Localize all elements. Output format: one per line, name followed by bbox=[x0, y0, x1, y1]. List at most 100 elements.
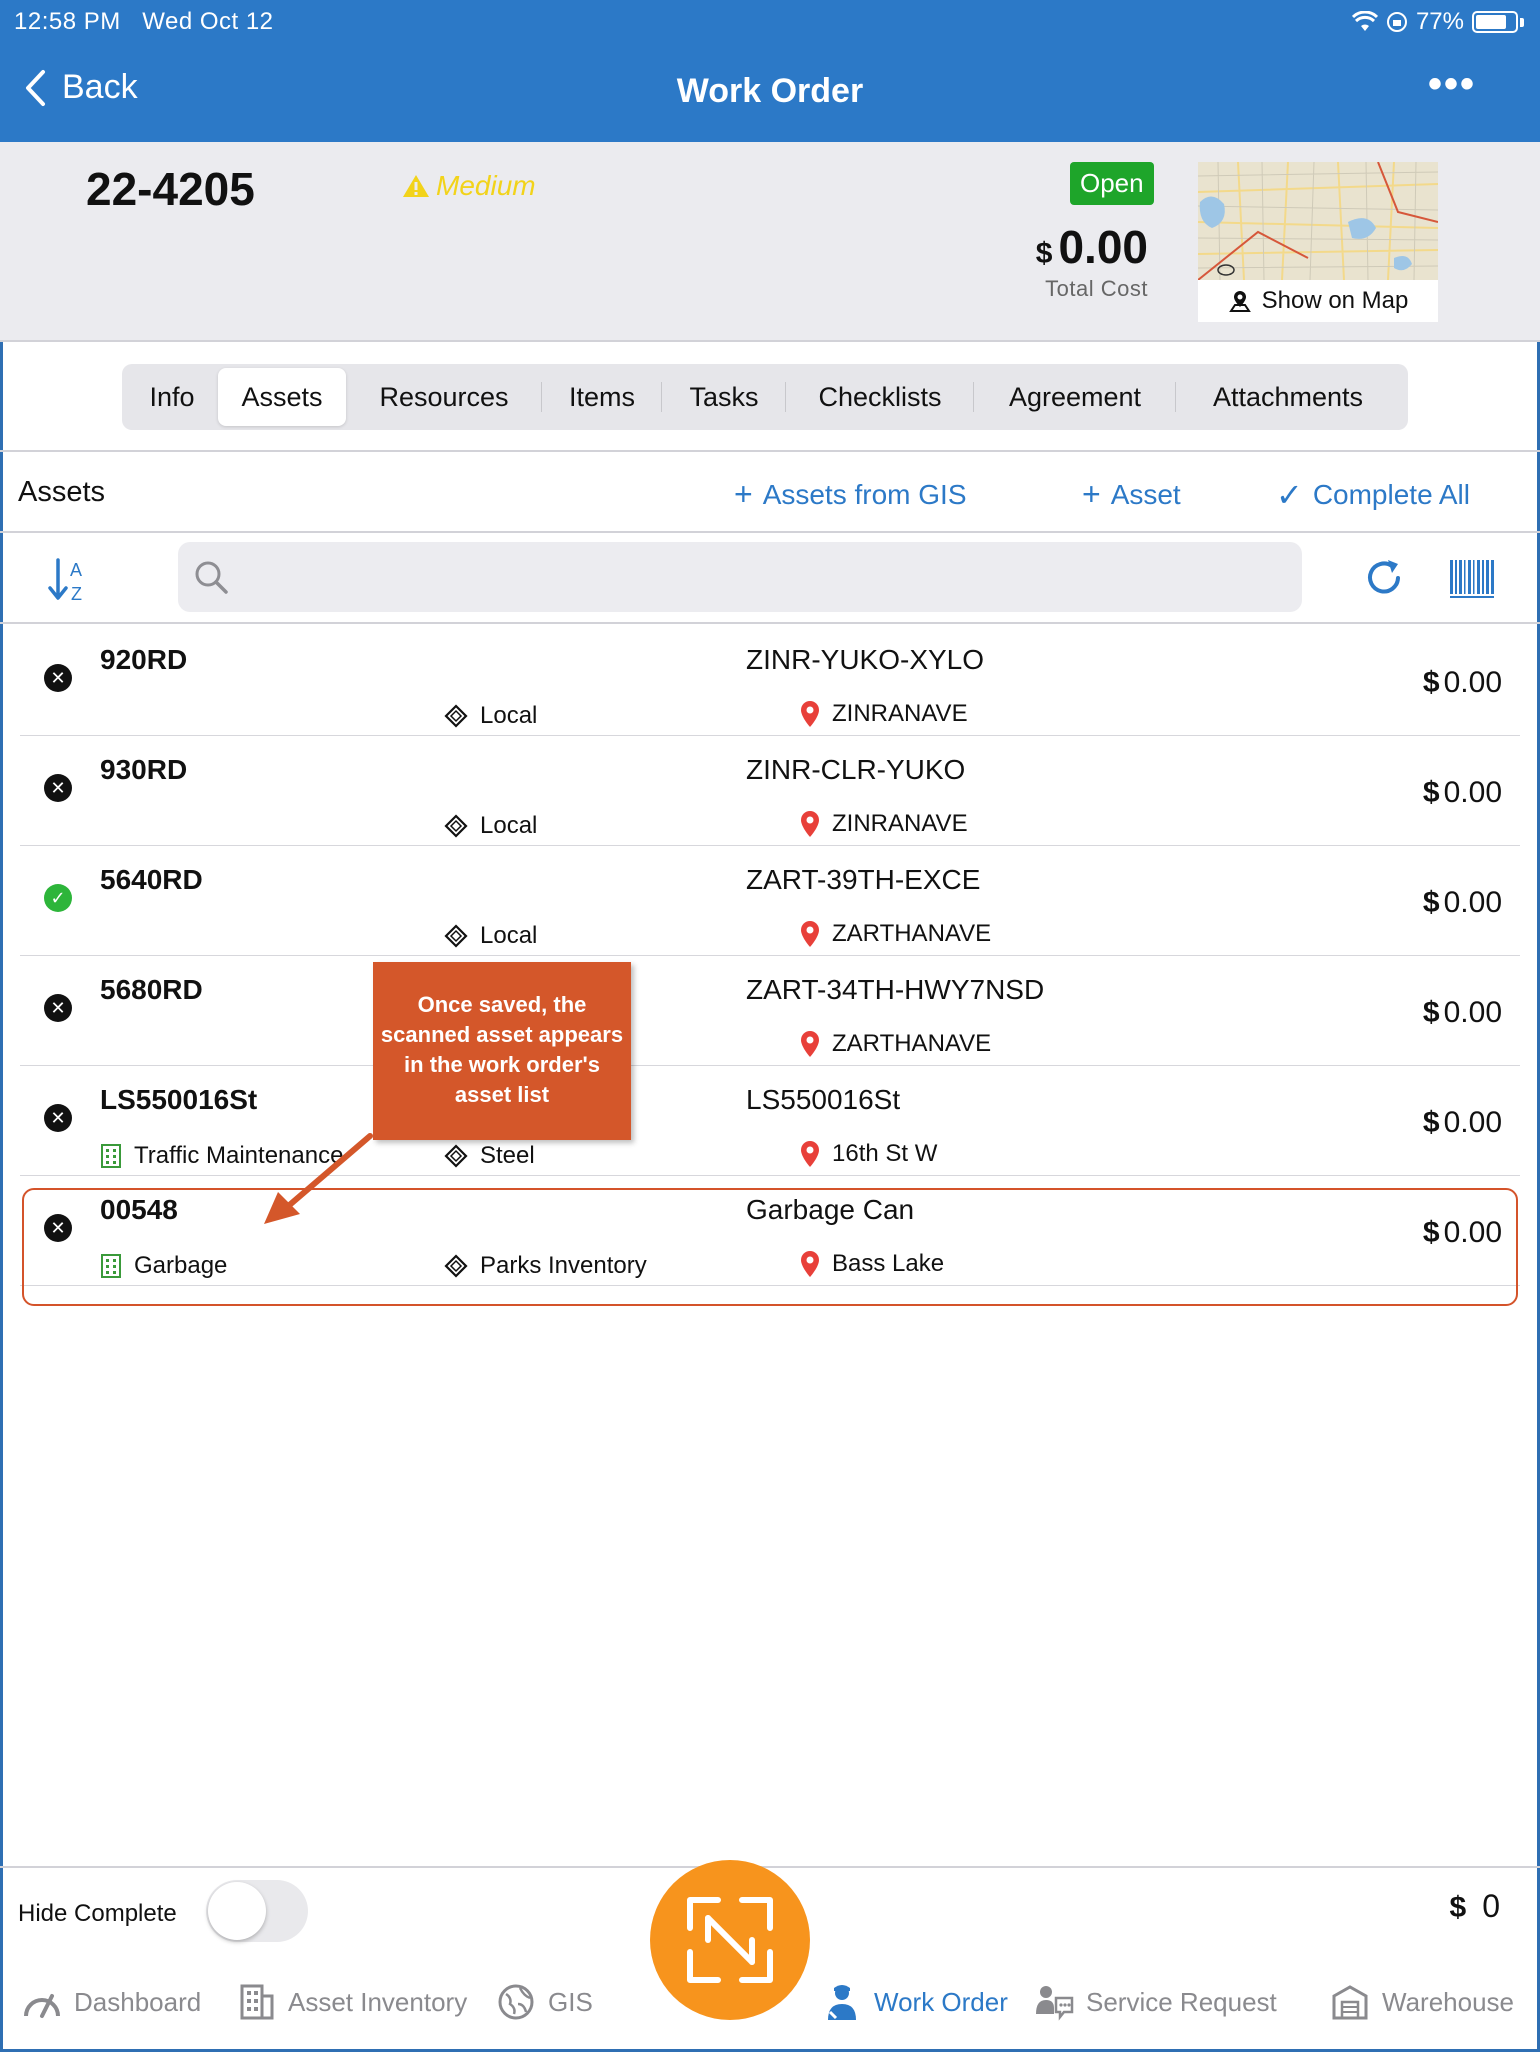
show-on-map-label: Show on Map bbox=[1261, 287, 1409, 314]
location-pin-icon bbox=[801, 1031, 819, 1057]
assets-from-gis-label: Assets from GIS bbox=[762, 478, 967, 510]
asset-id: 5640RD bbox=[100, 864, 203, 895]
asset-description: ZINR-CLR-YUKO bbox=[746, 754, 966, 785]
location-pin-icon bbox=[801, 921, 819, 947]
tabbar-label: Asset Inventory bbox=[288, 1986, 468, 2017]
tabbar-gis[interactable]: GIS bbox=[496, 1982, 593, 2022]
asset-cost: $0.00 bbox=[1422, 666, 1502, 699]
tab-checklists[interactable]: Checklists bbox=[786, 368, 974, 426]
date: Wed Oct 12 bbox=[142, 8, 274, 35]
map-thumbnail[interactable]: Show on Map bbox=[1198, 162, 1438, 322]
tabbar-service-request[interactable]: Service Request bbox=[1034, 1982, 1277, 2022]
refresh-icon[interactable] bbox=[1362, 556, 1406, 600]
location-pin-icon bbox=[801, 701, 819, 727]
total-cost: $0.00 Total Cost bbox=[980, 220, 1148, 302]
search-bar[interactable] bbox=[178, 542, 1302, 612]
asset-row[interactable]: ✕ LS550016St LS550016St $0.00 Traffic Ma… bbox=[20, 1066, 1520, 1176]
chat-person-icon bbox=[1036, 1986, 1074, 2021]
more-options-button[interactable]: ••• bbox=[1428, 62, 1476, 107]
tabbar-label: GIS bbox=[548, 1986, 593, 2017]
asset-location: 16th St W bbox=[800, 1140, 937, 1168]
asset-row[interactable]: ✕ 920RD ZINR-YUKO-XYLO $0.00 Local ZINRA… bbox=[20, 626, 1520, 736]
asset-id: 920RD bbox=[100, 644, 188, 675]
asset-id: LS550016St bbox=[100, 1084, 258, 1115]
warehouse-icon bbox=[1332, 1985, 1368, 2020]
complete-all-label: Complete All bbox=[1312, 479, 1470, 510]
incomplete-icon[interactable]: ✕ bbox=[44, 994, 72, 1022]
tabbar-asset-inventory[interactable]: Asset Inventory bbox=[236, 1982, 467, 2022]
sort-az-icon[interactable]: A Z bbox=[46, 556, 90, 604]
tabbar-label: Service Request bbox=[1086, 1986, 1277, 2017]
wifi-icon bbox=[1351, 11, 1378, 31]
tag-icon bbox=[444, 924, 468, 948]
tabbar-warehouse[interactable]: Warehouse bbox=[1330, 1982, 1514, 2022]
top-bar: 12:58 PM Wed Oct 12 77% Back Work Order … bbox=[0, 0, 1540, 142]
asset-location: ZARTHANAVE bbox=[800, 920, 991, 948]
status-badge: Open bbox=[1070, 162, 1154, 205]
globe-icon bbox=[498, 1984, 534, 2020]
tab-info[interactable]: Info bbox=[126, 368, 218, 426]
svg-text:A: A bbox=[70, 560, 82, 580]
scan-fab-button[interactable] bbox=[650, 1860, 810, 2020]
incomplete-icon[interactable]: ✕ bbox=[44, 1104, 72, 1132]
add-asset-button[interactable]: + Asset bbox=[1082, 476, 1181, 513]
barcode-scanner-icon[interactable] bbox=[1450, 560, 1494, 598]
warning-icon bbox=[403, 175, 429, 197]
footer-total: $0 bbox=[1449, 1888, 1500, 1924]
callout-arrow bbox=[264, 1133, 373, 1224]
priority-label: Medium bbox=[436, 170, 536, 201]
priority-badge: Medium bbox=[402, 170, 536, 202]
divider bbox=[0, 450, 1540, 452]
tag-icon bbox=[444, 1144, 468, 1168]
asset-type: Steel bbox=[444, 1142, 535, 1170]
tabbar-label: Dashboard bbox=[74, 1986, 202, 2017]
tab-resources[interactable]: Resources bbox=[346, 368, 542, 426]
battery-percent: 77% bbox=[1415, 8, 1464, 35]
location-pin-icon bbox=[801, 1141, 819, 1167]
section-title: Assets bbox=[18, 476, 106, 508]
tabbar-dashboard[interactable]: Dashboard bbox=[22, 1982, 201, 2022]
status-bar-time: 12:58 PM Wed Oct 12 bbox=[14, 8, 274, 36]
svg-text:Z: Z bbox=[71, 584, 82, 604]
plus-icon: + bbox=[1082, 476, 1101, 512]
map-image[interactable] bbox=[1198, 162, 1438, 280]
map-pin-person-icon bbox=[1228, 291, 1251, 312]
asset-cost: $0.00 bbox=[1422, 1106, 1502, 1139]
asset-id: 930RD bbox=[100, 754, 188, 785]
asset-location: ZARTHANAVE bbox=[800, 1030, 991, 1058]
show-on-map-button[interactable]: Show on Map bbox=[1198, 280, 1438, 322]
asset-description: LS550016St bbox=[746, 1084, 901, 1115]
asset-id: 5680RD bbox=[100, 974, 203, 1005]
work-order-header: 22-4205 Medium Open $0.00 Total Cost Sho… bbox=[0, 142, 1540, 342]
total-cost-label: Total Cost bbox=[1045, 276, 1148, 301]
asset-location: ZINRANAVE bbox=[800, 700, 968, 728]
worker-icon bbox=[828, 1985, 856, 2020]
asset-row[interactable]: ✕ 5680RD ZART-34TH-HWY7NSD $0.00 ZARTHAN… bbox=[20, 956, 1520, 1066]
status-bar-right: 77% bbox=[1351, 8, 1524, 36]
complete-check-icon[interactable]: ✓ bbox=[44, 884, 72, 912]
tab-assets[interactable]: Assets bbox=[218, 368, 346, 426]
tag-icon bbox=[444, 814, 468, 838]
hide-complete-label: Hide Complete bbox=[18, 1900, 177, 1927]
incomplete-icon[interactable]: ✕ bbox=[44, 664, 72, 692]
assets-from-gis-button[interactable]: + Assets from GIS bbox=[734, 476, 967, 513]
tab-agreement[interactable]: Agreement bbox=[974, 368, 1176, 426]
battery-icon bbox=[1472, 11, 1518, 33]
tabbar-label: Warehouse bbox=[1382, 1986, 1514, 2017]
hide-complete-toggle[interactable] bbox=[206, 1880, 308, 1942]
asset-row[interactable]: ✓ 5640RD ZART-39TH-EXCE $0.00 Local ZART… bbox=[20, 846, 1520, 956]
tab-items[interactable]: Items bbox=[542, 368, 662, 426]
tab-attachments[interactable]: Attachments bbox=[1176, 368, 1400, 426]
search-input[interactable] bbox=[248, 542, 1288, 612]
incomplete-icon[interactable]: ✕ bbox=[44, 774, 72, 802]
page-title: Work Order bbox=[676, 72, 864, 110]
asset-description: ZART-34TH-HWY7NSD bbox=[746, 974, 1045, 1005]
work-order-number: 22-4205 bbox=[86, 163, 255, 215]
tabbar-work-order[interactable]: Work Order bbox=[822, 1982, 1008, 2022]
divider bbox=[0, 531, 1540, 533]
asset-cost: $0.00 bbox=[1422, 996, 1502, 1029]
add-asset-label: Asset bbox=[1110, 478, 1181, 510]
tab-tasks[interactable]: Tasks bbox=[662, 368, 786, 426]
complete-all-button[interactable]: ✓ Complete All bbox=[1276, 476, 1470, 514]
asset-row[interactable]: ✕ 930RD ZINR-CLR-YUKO $0.00 Local ZINRAN… bbox=[20, 736, 1520, 846]
